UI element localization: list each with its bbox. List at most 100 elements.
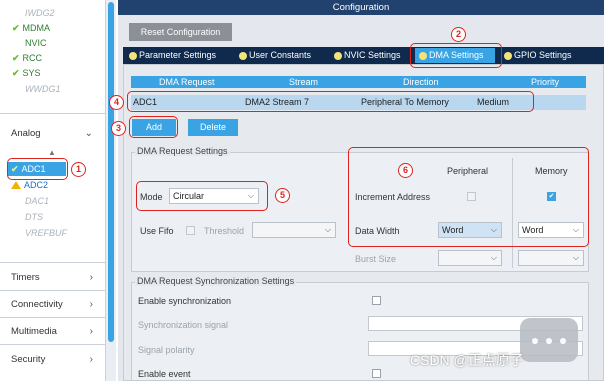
sidebar-item-wwdg1[interactable]: WWDG1: [25, 82, 61, 96]
status-dot-icon: [419, 52, 427, 60]
annotation-marker: 1: [71, 162, 86, 177]
delete-button[interactable]: Delete: [188, 119, 238, 136]
column-header-stream: Stream: [289, 77, 319, 87]
tab-gpio-settings[interactable]: GPIO Settings: [500, 48, 580, 63]
peripheral-header: Peripheral: [447, 166, 489, 176]
chevron-down-icon: ⌵: [324, 225, 331, 234]
enable-event-checkbox[interactable]: [372, 369, 381, 378]
table-row[interactable]: ADC1 DMA2 Stream 7 Peripheral To Memory …: [131, 95, 586, 110]
status-dot-icon: [504, 52, 512, 60]
check-icon: ✔: [12, 23, 20, 33]
cell-priority: Medium: [477, 97, 510, 107]
chevron-down-icon: ⌄: [84, 128, 93, 139]
category-timers[interactable]: Timers ›: [11, 270, 101, 286]
group-title: DMA Request Synchronization Settings: [135, 276, 297, 286]
panel-title: Configuration: [118, 0, 604, 15]
chevron-down-icon: ⌵: [490, 225, 497, 234]
sidebar-item-rcc[interactable]: ✔ RCC: [12, 51, 42, 65]
annotation-marker: 4: [109, 95, 124, 110]
tab-bar: Parameter Settings User Constants NVIC S…: [123, 47, 604, 64]
divider: [0, 344, 106, 345]
mode-label: Mode: [140, 192, 163, 202]
category-connectivity[interactable]: Connectivity ›: [11, 297, 101, 313]
memory-burst-select[interactable]: ⌵: [518, 250, 584, 266]
chevron-down-icon: ⌵: [490, 253, 497, 262]
sidebar-item-vrefbuf[interactable]: VREFBUF: [25, 226, 67, 240]
column-header-priority: Priority: [531, 77, 560, 87]
scrollbar-thumb[interactable]: [108, 2, 114, 342]
status-dot-icon: [129, 52, 137, 60]
sidebar-item-adc2[interactable]: ADC2: [11, 178, 48, 192]
cell-direction: Peripheral To Memory: [361, 97, 449, 107]
use-fifo-label: Use Fifo: [140, 226, 174, 236]
data-width-label: Data Width: [355, 226, 400, 236]
memory-header: Memory: [535, 166, 568, 176]
peripheral-burst-select[interactable]: ⌵: [438, 250, 502, 266]
sidebar-item-sys[interactable]: ✔ SYS: [12, 66, 41, 80]
sidebar-item-mdma[interactable]: ✔ MDMA: [12, 21, 50, 35]
divider: [512, 158, 513, 268]
sidebar-item-dac1[interactable]: DAC1: [25, 194, 49, 208]
annotation-marker: 6: [398, 163, 413, 178]
divider: [0, 113, 106, 114]
column-header-direction: Direction: [403, 77, 439, 87]
divider: [0, 290, 106, 291]
sidebar-item-adc1[interactable]: ✔ ADC1: [8, 162, 66, 176]
chevron-right-icon: ›: [89, 326, 93, 337]
column-header-request: DMA Request: [159, 77, 215, 87]
annotation-marker: 5: [275, 188, 290, 203]
check-icon: ✔: [11, 164, 19, 174]
tab-user-constants[interactable]: User Constants: [235, 48, 325, 63]
enable-sync-label: Enable synchronization: [138, 296, 232, 306]
annotation-marker: 3: [111, 121, 126, 136]
burst-size-label: Burst Size: [355, 254, 397, 264]
category-security[interactable]: Security ›: [11, 352, 101, 368]
group-title: DMA Request Settings: [135, 146, 230, 156]
sidebar-item-dts[interactable]: DTS: [25, 210, 43, 224]
watermark: CSDN @正点原子: [410, 352, 524, 368]
sidebar-item-iwdg2[interactable]: IWDG2: [25, 6, 55, 20]
tab-nvic-settings[interactable]: NVIC Settings: [330, 48, 410, 63]
collapse-arrow-icon[interactable]: ▲: [48, 148, 56, 157]
category-analog[interactable]: Analog ⌄: [11, 126, 101, 142]
divider: [0, 262, 106, 263]
reset-configuration-button[interactable]: Reset Configuration: [129, 23, 232, 41]
signal-polarity-label: Signal polarity: [138, 345, 195, 355]
sync-signal-label: Synchronization signal: [138, 320, 229, 330]
chevron-down-icon: ⌵: [247, 191, 254, 200]
dma-table-header: DMA Request Stream Direction Priority: [131, 76, 586, 88]
cell-stream: DMA2 Stream 7: [245, 97, 310, 107]
chat-bubble-icon: [520, 318, 578, 362]
use-fifo-checkbox[interactable]: [186, 226, 195, 235]
check-icon: ✔: [12, 53, 20, 63]
chevron-right-icon: ›: [89, 299, 93, 310]
memory-increment-checkbox[interactable]: ✔: [547, 192, 556, 201]
sidebar-scrollbar[interactable]: [106, 0, 116, 381]
threshold-select[interactable]: ⌵: [252, 222, 336, 238]
enable-sync-checkbox[interactable]: [372, 296, 381, 305]
memory-data-width-select[interactable]: Word ⌵: [518, 222, 584, 238]
check-icon: ✔: [12, 68, 20, 78]
status-dot-icon: [334, 52, 342, 60]
enable-event-label: Enable event: [138, 369, 191, 379]
annotation-marker: 2: [451, 27, 466, 42]
sidebar: IWDG2 ✔ MDMA NVIC ✔ RCC ✔ SYS WWDG1 Analog ⌄…: [0, 0, 106, 381]
increment-address-label: Increment Address: [355, 192, 431, 202]
chevron-right-icon: ›: [89, 272, 93, 283]
warning-icon: [11, 181, 21, 189]
peripheral-increment-checkbox[interactable]: [467, 192, 476, 201]
tab-parameter-settings[interactable]: Parameter Settings: [125, 48, 230, 63]
chevron-right-icon: ›: [89, 354, 93, 365]
status-dot-icon: [239, 52, 247, 60]
category-multimedia[interactable]: Multimedia ›: [11, 324, 101, 340]
peripheral-data-width-select[interactable]: Word ⌵: [438, 222, 502, 238]
threshold-label: Threshold: [204, 226, 245, 236]
add-button[interactable]: Add: [132, 119, 176, 136]
chevron-down-icon: ⌵: [572, 253, 579, 262]
divider: [0, 317, 106, 318]
mode-select[interactable]: Circular ⌵: [169, 188, 259, 204]
chevron-down-icon: ⌵: [572, 225, 579, 234]
sidebar-item-nvic[interactable]: NVIC: [25, 36, 47, 50]
cell-request: ADC1: [133, 97, 158, 107]
tab-dma-settings[interactable]: DMA Settings: [415, 48, 495, 63]
